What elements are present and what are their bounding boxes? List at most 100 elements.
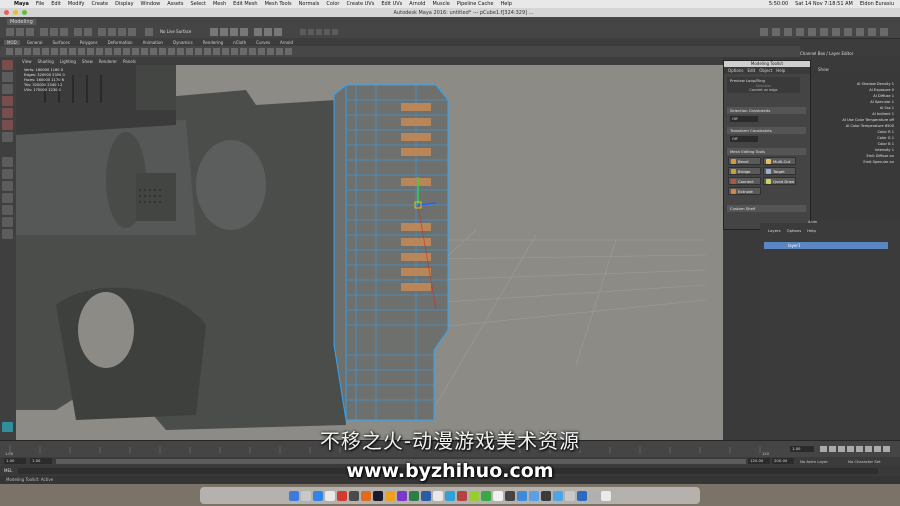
menu-muscle[interactable]: Muscle [432,1,449,7]
menu-file[interactable]: File [36,1,44,7]
menubar-user[interactable]: Eldon Eurasiu [860,1,894,7]
channel-box-tabs[interactable]: Channel Box / Layer Editor [800,51,853,56]
menu-mesh-tools[interactable]: Mesh Tools [265,1,292,7]
transform-constraint-dropdown[interactable]: Off [730,136,758,142]
dock-app-icon[interactable] [385,490,395,501]
dock-app-icon[interactable] [457,490,467,501]
layout-side-icon[interactable] [2,181,13,191]
layout-single-icon[interactable] [2,157,13,167]
dock-app-icon[interactable] [541,490,551,501]
panel-menu-view[interactable]: View [22,59,32,64]
last-tool-icon[interactable] [2,132,13,142]
layers-menu-options[interactable]: Options [787,228,802,233]
shelf-tab-general[interactable]: General [24,40,46,45]
paint-select-tool-icon[interactable] [2,84,13,94]
shelf-tab-mod[interactable]: MOD [4,39,20,45]
dock-app-icon[interactable] [601,490,611,501]
dock-app-icon[interactable] [337,490,347,501]
attr-emit-diffuse[interactable]: Emit Diffuse on [866,154,894,158]
attr-intensity[interactable]: Intensity 1 [875,148,894,152]
dock-app-icon[interactable] [349,490,359,501]
dock-app-icon[interactable] [445,490,455,501]
attr-color-temp[interactable]: AI Color Temperature 6500 [846,124,894,128]
custom-shelf-header[interactable]: Custom Shelf [727,205,806,212]
panel-menu-lighting[interactable]: Lighting [60,59,76,64]
attr-sss[interactable]: AI Sss 1 [880,106,894,110]
dock-app-icon[interactable] [373,490,383,501]
dock-app-icon[interactable] [529,490,539,501]
menu-normals[interactable]: Normals [299,1,320,7]
layers-menu-help[interactable]: Help [807,228,816,233]
shelf-tab-dynamics[interactable]: Dynamics [170,40,196,45]
mtk-menu-edit[interactable]: Edit [747,68,755,73]
dock-app-icon[interactable] [517,490,527,501]
attr-shadow-density[interactable]: AI Shadow Density 1 [857,82,894,86]
mtk-menu-options[interactable]: Options [728,68,743,73]
menu-create[interactable]: Create [91,1,108,7]
layout-uv-icon[interactable] [2,229,13,239]
dock-app-icon[interactable] [577,490,587,501]
dock-app-icon[interactable] [565,490,575,501]
anim-label[interactable]: Anim [808,220,817,224]
shelf-tab-animation[interactable]: Animation [140,40,166,45]
dock-app-icon[interactable] [433,490,443,501]
dock-app-icon[interactable] [289,490,299,501]
dock-app-icon[interactable] [361,490,371,501]
shelf-tab-polygons[interactable]: Polygons [77,40,101,45]
menu-display[interactable]: Display [115,1,133,7]
mtk-menu-object[interactable]: Object [759,68,772,73]
selection-constraint-dropdown[interactable]: Off [730,116,758,122]
live-surface-label[interactable]: No Live Surface [160,29,191,34]
connect-button[interactable]: Connect [728,177,761,185]
attr-indirect[interactable]: AI Indirect 1 [872,112,894,116]
attr-color-g[interactable]: Color G 1 [877,136,894,140]
bridge-button[interactable]: Bridge [728,167,761,175]
attr-specular[interactable]: AI Specular 1 [870,100,894,104]
layer-row-layer1[interactable]: layer1 [764,242,888,249]
close-window-icon[interactable] [4,10,9,15]
multi-cut-button[interactable]: Multi-Cut [763,157,796,165]
dock-app-icon[interactable] [505,490,515,501]
attr-color-b[interactable]: Color B 1 [878,142,894,146]
dock-app-icon[interactable] [301,490,311,501]
menu-edit[interactable]: Edit [51,1,61,7]
dock-app-icon[interactable] [409,490,419,501]
shelf-tab-arnold[interactable]: Arnold [277,40,296,45]
dock-app-icon[interactable] [421,490,431,501]
mesh-editing-tools-header[interactable]: Mesh Editing Tools [727,148,806,155]
attr-use-color-temp[interactable]: AI Use Color Temperature off [842,118,894,122]
bevel-button[interactable]: Bevel [728,157,761,165]
select-tool-icon[interactable] [2,60,13,70]
shelf-tab-ncloth[interactable]: nCloth [230,40,249,45]
minimize-window-icon[interactable] [13,10,18,15]
panel-menu-show[interactable]: Show [82,59,93,64]
menu-color[interactable]: Color [326,1,339,7]
lasso-tool-icon[interactable] [2,72,13,82]
attr-exposure[interactable]: AI Exposure 0 [869,88,894,92]
channel-box-show[interactable]: Show [818,67,829,72]
quad-draw-button[interactable]: Quad Draw [763,177,796,185]
menu-edit-mesh[interactable]: Edit Mesh [233,1,257,7]
menubar-app-name[interactable]: Maya [14,1,29,7]
shelf-tab-curves[interactable]: Curves [253,40,273,45]
layout-hypershade-icon[interactable] [2,217,13,227]
transform-constraints-header[interactable]: Transform Constraints [727,127,806,134]
dock-app-icon[interactable] [469,490,479,501]
menu-assets[interactable]: Assets [167,1,183,7]
dock-app-icon[interactable] [589,490,599,501]
target-weld-button[interactable]: Target Weld [763,167,796,182]
dock-app-icon[interactable] [481,490,491,501]
layout-four-icon[interactable] [2,169,13,179]
menu-edit-uvs[interactable]: Edit UVs [381,1,402,7]
menu-window[interactable]: Window [141,1,161,7]
panel-menu-renderer[interactable]: Renderer [99,59,117,64]
status-line-icons[interactable] [0,26,900,38]
attr-color-r[interactable]: Color R 1 [878,130,894,134]
dock-app-icon[interactable] [313,490,323,501]
dock-app-icon[interactable] [397,490,407,501]
extrude-button[interactable]: Extrude [728,187,761,195]
mtk-menu-help[interactable]: Help [776,68,785,73]
menu-pipeline-cache[interactable]: Pipeline Cache [457,1,494,7]
selection-hint[interactable]: Convert on edge [727,88,800,92]
menu-modify[interactable]: Modify [68,1,85,7]
